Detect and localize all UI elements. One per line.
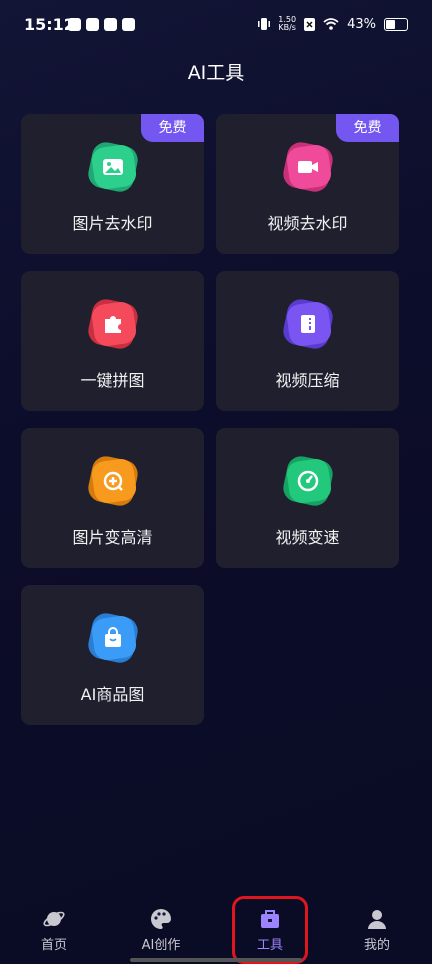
- tab-ai-create[interactable]: AI创作: [121, 908, 201, 953]
- battery-icon: [384, 17, 408, 31]
- free-badge: 免费: [141, 114, 204, 142]
- shopping-bag-icon: [85, 610, 141, 666]
- notification-icons: [68, 18, 135, 31]
- video-camera-icon: [280, 139, 336, 195]
- tool-label: 视频压缩: [275, 371, 340, 390]
- bottom-tab-bar: 首页 AI创作 工具 我的: [0, 900, 432, 964]
- wifi-icon: [323, 18, 339, 30]
- tab-label: AI创作: [141, 938, 181, 953]
- tool-label: 视频去水印: [267, 214, 348, 233]
- net-speed: 1.50 KB/s: [278, 16, 296, 32]
- crown-notification-icon: [104, 18, 117, 31]
- tool-card-remove-video-watermark[interactable]: 免费 视频去水印: [216, 114, 399, 254]
- page-title: AI工具: [187, 62, 245, 84]
- speed-gauge-icon: [280, 453, 336, 509]
- planet-icon: [43, 911, 65, 927]
- status-bar: 15:12 1.50 KB/s 43%: [0, 0, 432, 52]
- tab-profile[interactable]: 我的: [337, 908, 417, 953]
- free-badge: 免费: [336, 114, 399, 142]
- user-icon: [368, 910, 386, 929]
- mail-notification-icon: [122, 18, 135, 31]
- tool-card-ai-product-image[interactable]: AI商品图: [21, 585, 204, 725]
- tool-label: 图片去水印: [72, 214, 153, 233]
- selection-highlight: [232, 896, 308, 964]
- play-notification-icon: [86, 18, 99, 31]
- puzzle-icon: [85, 296, 141, 352]
- tool-label: 视频变速: [275, 528, 340, 547]
- compress-icon: [280, 296, 336, 352]
- tool-card-video-speed[interactable]: 视频变速: [216, 428, 399, 568]
- battery-percent: 43%: [347, 16, 376, 32]
- home-indicator[interactable]: [130, 958, 302, 962]
- tool-label: 一键拼图: [80, 371, 145, 390]
- image-icon: [85, 139, 141, 195]
- tab-home[interactable]: 首页: [14, 908, 94, 953]
- tab-label: 我的: [363, 938, 390, 953]
- tool-card-puzzle[interactable]: 一键拼图: [21, 271, 204, 411]
- net-speed-unit: KB/s: [278, 23, 296, 32]
- tool-card-image-enhance[interactable]: 图片变高清: [21, 428, 204, 568]
- tool-label: AI商品图: [80, 685, 145, 704]
- tool-card-remove-image-watermark[interactable]: 免费 图片去水印: [21, 114, 204, 254]
- enhance-icon: [85, 453, 141, 509]
- tool-card-video-compress[interactable]: 视频压缩: [216, 271, 399, 411]
- vibrate-icon: [258, 18, 271, 30]
- tab-label: 首页: [40, 938, 67, 953]
- app-notification-icon: [68, 18, 81, 31]
- palette-icon: [151, 909, 171, 929]
- no-sim-icon: [304, 17, 316, 31]
- tool-label: 图片变高清: [72, 528, 153, 547]
